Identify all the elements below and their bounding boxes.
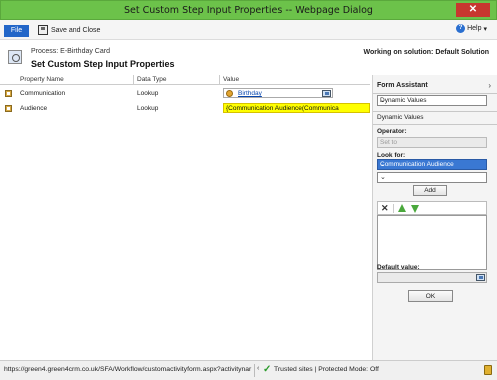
list-toolbar: ✕ <box>377 201 487 215</box>
column-divider <box>133 75 134 85</box>
value-field[interactable]: {Communication Audience(Communica <box>223 103 370 113</box>
move-down-icon[interactable] <box>411 205 419 213</box>
record-icon <box>226 90 233 97</box>
dynamic-values-list[interactable] <box>377 215 487 270</box>
lookup-icon[interactable] <box>476 274 485 281</box>
column-header-value[interactable]: Value <box>223 76 239 83</box>
close-button[interactable]: ✕ <box>456 3 490 17</box>
chevron-down-icon: ⌄ <box>380 161 386 168</box>
move-up-icon[interactable] <box>398 204 406 212</box>
ok-button[interactable]: OK <box>408 290 453 302</box>
status-separator <box>254 364 255 377</box>
window-title: Set Custom Step Input Properties -- Webp… <box>124 5 373 16</box>
toolbar-separator <box>393 204 394 213</box>
add-button[interactable]: Add <box>413 185 447 196</box>
column-header-data-type[interactable]: Data Type <box>137 76 167 83</box>
data-type: Lookup <box>137 90 159 97</box>
process-label: Process: E-Birthday Card <box>31 48 110 55</box>
divider <box>373 124 497 125</box>
operator-select: Set to <box>377 137 487 148</box>
divider <box>373 111 497 112</box>
security-zone: Trusted sites | Protected Mode: Off <box>274 366 379 373</box>
process-icon <box>8 50 22 64</box>
lock-icon <box>484 365 492 375</box>
page-header: Process: E-Birthday Card Set Custom Step… <box>0 40 497 73</box>
status-bar: https://green4.green4crm.co.uk/SFA/Workf… <box>0 360 497 380</box>
form-assistant-title: Form Assistant <box>377 82 428 89</box>
property-icon <box>5 90 12 97</box>
property-name: Audience <box>20 105 48 112</box>
collapse-icon[interactable]: › <box>488 81 491 90</box>
remove-icon[interactable]: ✕ <box>381 203 389 214</box>
file-button[interactable]: File <box>4 25 29 37</box>
help-label: Help <box>467 25 482 32</box>
value-link[interactable]: Birthday <box>238 90 262 97</box>
data-type: Lookup <box>137 105 159 112</box>
chevron-down-icon: ⌄ <box>380 174 386 181</box>
help-button[interactable]: ? Help ▾ <box>456 24 487 33</box>
save-icon <box>38 25 48 35</box>
status-url: https://green4.green4crm.co.uk/SFA/Workf… <box>4 366 252 373</box>
divider <box>373 93 497 94</box>
value-text: {Communication Audience(Communica <box>226 105 339 112</box>
table-row[interactable]: Communication Lookup Birthday <box>0 88 370 99</box>
property-name: Communication <box>20 90 66 97</box>
operator-label: Operator: <box>377 128 407 135</box>
operator-value: Set to <box>380 139 397 146</box>
save-and-close-button[interactable]: Save and Close <box>38 23 100 37</box>
column-divider <box>219 75 220 85</box>
trusted-check-icon: ✓ <box>263 364 272 375</box>
default-value-field[interactable] <box>377 272 487 283</box>
help-icon: ? <box>456 24 466 33</box>
lookup-icon[interactable] <box>322 90 331 97</box>
look-for-entity-select[interactable]: Communication Audience ⌄ <box>377 159 487 170</box>
scroll-left-icon: ‹ <box>257 365 260 372</box>
page-title: Set Custom Step Input Properties <box>31 59 175 69</box>
look-for-attribute-select[interactable]: ⌄ <box>377 172 487 183</box>
ribbon: File Save and Close ? Help ▾ <box>0 20 497 40</box>
solution-label: Working on solution: Default Solution <box>363 49 489 56</box>
save-and-close-label: Save and Close <box>51 26 101 34</box>
chevron-down-icon: ⌄ <box>380 97 386 104</box>
default-value-label: Default value: <box>377 264 420 271</box>
section-label: Dynamic Values <box>377 114 424 121</box>
table-row[interactable]: Audience Lookup {Communication Audience(… <box>0 103 370 114</box>
properties-grid: Property Name Data Type Value Communicat… <box>0 75 370 360</box>
column-header-property-name[interactable]: Property Name <box>20 76 64 83</box>
property-icon <box>5 105 12 112</box>
form-assistant-panel: Form Assistant › Dynamic Values ⌄ Dynami… <box>372 75 497 360</box>
assistant-type-select[interactable]: Dynamic Values ⌄ <box>377 95 487 106</box>
grid-header: Property Name Data Type Value <box>0 75 370 85</box>
value-field[interactable]: Birthday <box>223 88 333 98</box>
look-for-label: Look for: <box>377 152 406 159</box>
chevron-down-icon: ▾ <box>483 25 487 33</box>
window-titlebar: Set Custom Step Input Properties -- Webp… <box>0 0 497 20</box>
